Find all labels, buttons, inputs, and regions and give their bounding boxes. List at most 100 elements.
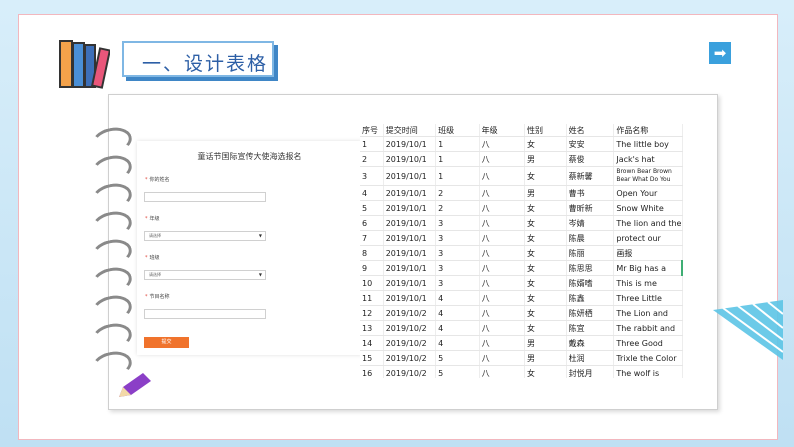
table-cell[interactable]: 2019/10/1 (383, 215, 437, 231)
table-cell[interactable]: 13 (360, 320, 384, 336)
table-cell[interactable]: 4 (435, 305, 480, 321)
table-cell[interactable]: This is me (613, 275, 683, 291)
table-cell[interactable]: 蔡新馨 (566, 166, 615, 186)
table-cell[interactable]: 2019/10/1 (383, 185, 437, 201)
table-cell[interactable]: 女 (524, 245, 567, 261)
table-cell[interactable]: 16 (360, 365, 384, 378)
table-cell[interactable]: 3 (435, 215, 480, 231)
table-cell[interactable]: 9 (360, 260, 384, 276)
table-cell[interactable]: 八 (479, 320, 526, 336)
table-cell[interactable]: 女 (524, 166, 567, 186)
table-cell[interactable]: Mr Big has a (613, 260, 683, 276)
table-cell[interactable]: 女 (524, 365, 567, 378)
table-cell[interactable]: 12 (360, 305, 384, 321)
table-cell[interactable]: 2 (360, 151, 384, 167)
table-cell[interactable]: 1 (435, 151, 480, 167)
table-cell[interactable]: 陈妍栖 (566, 305, 615, 321)
table-row[interactable]: 9 2019/10/1 3 八女陈思思 Mr Big has a (360, 260, 683, 276)
table-cell[interactable]: 5 (435, 350, 480, 366)
table-cell[interactable]: 八 (479, 275, 526, 291)
table-cell[interactable]: 6 (360, 215, 384, 231)
column-header[interactable]: 提交时间 (383, 124, 437, 137)
table-cell[interactable]: 八 (479, 305, 526, 321)
table-cell[interactable]: 女 (524, 275, 567, 291)
table-cell[interactable]: 八 (479, 335, 526, 351)
column-header[interactable]: 班级 (435, 124, 480, 137)
table-cell[interactable]: protect our (613, 230, 683, 246)
table-cell[interactable]: 戴森 (566, 335, 615, 351)
table-cell[interactable]: 5 (435, 365, 480, 378)
table-cell[interactable]: 男 (524, 350, 567, 366)
table-cell[interactable]: 7 (360, 230, 384, 246)
table-cell[interactable]: 2019/10/1 (383, 230, 437, 246)
table-cell[interactable]: Trixle the Color (613, 350, 683, 366)
table-cell[interactable]: 2019/10/1 (383, 260, 437, 276)
table-cell[interactable]: 八 (479, 350, 526, 366)
table-row[interactable]: 7 2019/10/1 3 八女陈晨 protect our (360, 230, 683, 246)
table-cell[interactable]: The little boy (613, 136, 683, 152)
submit-button[interactable]: 提交 (144, 337, 189, 348)
table-row[interactable]: 4 2019/10/1 2 八男曹书 Open Your (360, 185, 683, 201)
table-cell[interactable]: 2019/10/1 (383, 245, 437, 261)
table-cell[interactable]: 2 (435, 185, 480, 201)
table-cell[interactable]: 3 (435, 230, 480, 246)
table-cell[interactable]: 封悦月 (566, 365, 615, 378)
table-cell[interactable]: 1 (435, 136, 480, 152)
table-cell[interactable]: 安安 (566, 136, 615, 152)
table-cell[interactable]: Three Good (613, 335, 683, 351)
table-cell[interactable]: The rabbit and (613, 320, 683, 336)
table-cell[interactable]: 八 (479, 136, 526, 152)
table-cell[interactable]: 2 (435, 200, 480, 216)
table-row[interactable]: 15 2019/10/2 5 八男杜润 Trixle the Color (360, 350, 683, 366)
table-cell[interactable]: The lion and the (613, 215, 683, 231)
table-cell[interactable]: 女 (524, 200, 567, 216)
table-row[interactable]: 13 2019/10/2 4 八女陈宜 The rabbit and (360, 320, 683, 336)
table-cell[interactable]: Three Little (613, 290, 683, 306)
table-cell[interactable]: The wolf is (613, 365, 683, 378)
table-cell[interactable]: 曹书 (566, 185, 615, 201)
table-cell[interactable]: 女 (524, 320, 567, 336)
column-header[interactable]: 姓名 (566, 124, 615, 137)
table-cell[interactable]: 陈思思 (566, 260, 615, 276)
table-cell[interactable]: 八 (479, 166, 526, 186)
table-row[interactable]: 11 2019/10/1 4 八女陈鑫 Three Little (360, 290, 683, 306)
next-slide-button[interactable]: ➡ (709, 42, 731, 64)
table-cell[interactable]: 女 (524, 260, 567, 276)
column-header[interactable]: 作品名称 (613, 124, 683, 137)
table-cell[interactable]: 八 (479, 151, 526, 167)
table-cell[interactable]: 八 (479, 365, 526, 378)
table-row[interactable]: 2 2019/10/1 1 八男蔡俊 Jack's hat (360, 151, 683, 167)
table-cell[interactable]: 陈婿嗜 (566, 275, 615, 291)
table-cell[interactable]: 2019/10/1 (383, 136, 437, 152)
table-row[interactable]: 10 2019/10/1 3 八女陈婿嗜 This is me (360, 275, 683, 291)
table-row[interactable]: 8 2019/10/1 3 八女陈丽 画报 (360, 245, 683, 261)
table-cell[interactable]: 男 (524, 335, 567, 351)
program-input[interactable] (144, 309, 266, 319)
table-cell[interactable]: 八 (479, 200, 526, 216)
table-cell[interactable]: 陈宜 (566, 320, 615, 336)
table-cell[interactable]: 男 (524, 185, 567, 201)
table-cell[interactable]: 3 (360, 166, 384, 186)
table-cell[interactable]: The Lion and (613, 305, 683, 321)
column-header[interactable]: 序号 (360, 124, 384, 137)
table-cell[interactable]: 八 (479, 290, 526, 306)
table-cell[interactable]: 2019/10/1 (383, 275, 437, 291)
table-cell[interactable]: 岑婧 (566, 215, 615, 231)
table-cell[interactable]: 女 (524, 305, 567, 321)
name-input[interactable] (144, 192, 266, 202)
table-cell[interactable]: Jack's hat (613, 151, 683, 167)
table-cell[interactable]: 陈丽 (566, 245, 615, 261)
table-row[interactable]: 16 2019/10/2 5 八女封悦月 The wolf is (360, 365, 683, 378)
table-cell[interactable]: 画报 (613, 245, 683, 261)
table-cell[interactable]: 4 (435, 335, 480, 351)
table-cell[interactable]: 女 (524, 290, 567, 306)
table-row[interactable]: 12 2019/10/2 4 八女陈妍栖 The Lion and (360, 305, 683, 321)
table-cell[interactable]: 4 (435, 290, 480, 306)
table-cell[interactable]: 陈晨 (566, 230, 615, 246)
table-row[interactable]: 1 2019/10/1 1 八女安安 The little boy (360, 136, 683, 152)
table-cell[interactable]: 八 (479, 230, 526, 246)
table-cell[interactable]: 八 (479, 185, 526, 201)
table-cell[interactable]: 男 (524, 151, 567, 167)
table-cell[interactable]: 4 (360, 185, 384, 201)
table-cell[interactable]: 2019/10/2 (383, 335, 437, 351)
